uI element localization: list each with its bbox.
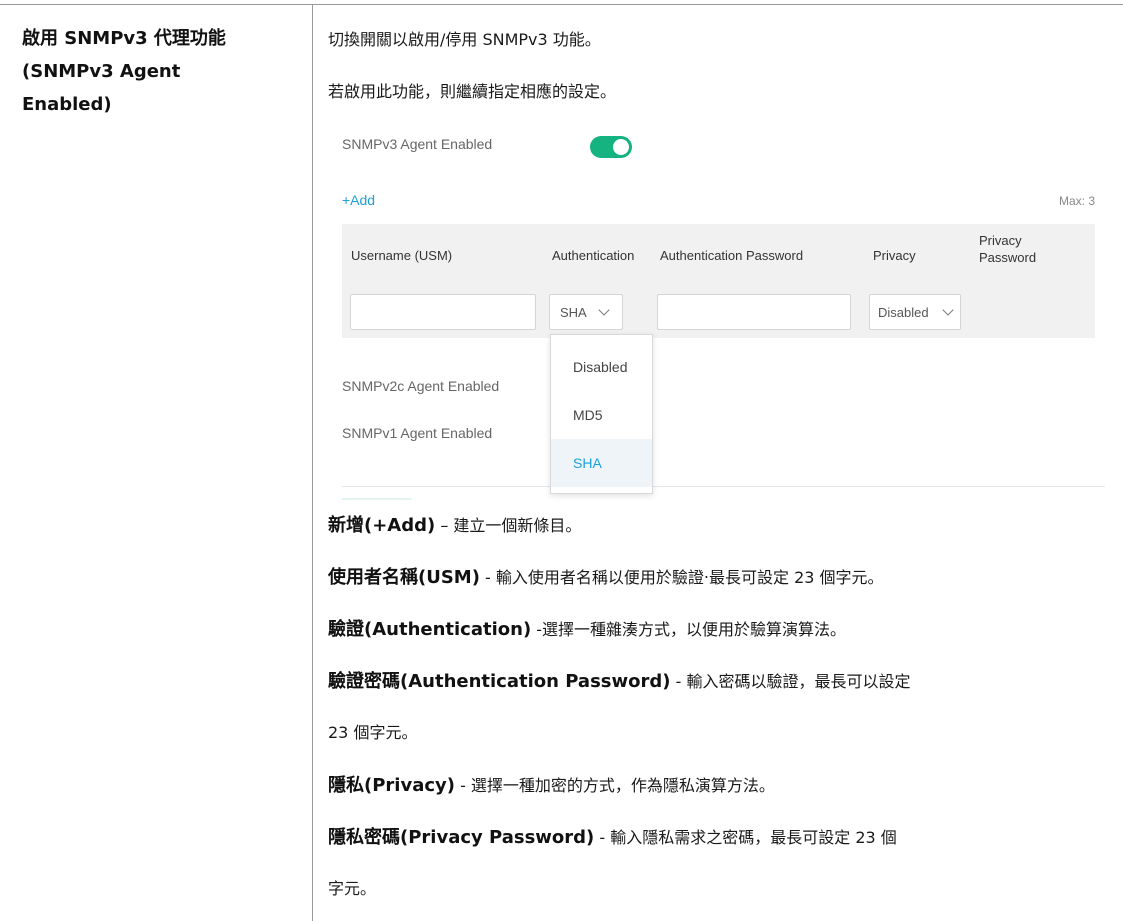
definition-text: - 輸入隱私需求之密碼，最長可設定 23 個 [594, 828, 897, 847]
snmp-settings-screenshot: SNMPv3 Agent Enabled +Add Max: 3 Usernam… [328, 120, 1105, 502]
definition-text: - 選擇一種加密的方式，作為隱私演算方法。 [454, 776, 775, 795]
description-line-1: 切換開關以啟用/停用 SNMPv3 功能。 [328, 30, 601, 49]
column-header-auth-password: Authentication Password [660, 248, 804, 263]
authentication-select[interactable]: SHA [549, 294, 623, 330]
authentication-dropdown-menu: Disabled MD5 SHA [550, 334, 653, 494]
column-header-authentication: Authentication [552, 248, 635, 263]
column-header-username: Username (USM) [351, 248, 453, 263]
definition-text: - 輸入密碼以驗證，最長可以設定 [670, 672, 911, 691]
authentication-select-value: SHA [560, 304, 587, 320]
definition-text: - 輸入使用者名稱以便用於驗證‧最長可設定 23 個字元。 [479, 568, 884, 587]
column-header-privacy: Privacy [873, 248, 916, 263]
username-input[interactable] [350, 294, 536, 330]
definition-text: -選擇一種雜湊方式，以便用於驗算演算法。 [531, 620, 847, 639]
privacy-select-value: Disabled [878, 304, 929, 320]
auth-option-md5[interactable]: MD5 [551, 391, 652, 439]
definition-add: 新增(+Add) – 建立一個新條目。 [328, 511, 581, 537]
definition-term: 隱私密碼(Privacy Password) [328, 827, 595, 848]
definition-privacy-password-continuation: 字元。 [328, 879, 377, 898]
snmpv3-user-table: Username (USM) Authentication Authentica… [342, 224, 1095, 338]
top-rule [0, 4, 1123, 5]
definition-term: 隱私(Privacy) [328, 775, 455, 796]
definition-term: 驗證(Authentication) [328, 619, 532, 640]
auth-option-sha[interactable]: SHA [551, 439, 652, 487]
chevron-down-icon [942, 304, 954, 316]
column-header-privacy-password-line-1: Privacy [979, 233, 1022, 248]
chevron-down-icon [598, 304, 610, 316]
definition-term: 使用者名稱(USM) [328, 567, 480, 588]
definition-authentication: 驗證(Authentication) -選擇一種雜湊方式，以便用於驗算演算法。 [328, 615, 846, 641]
definition-term: 驗證密碼(Authentication Password) [328, 671, 671, 692]
snmpv1-agent-label: SNMPv1 Agent Enabled [342, 425, 493, 441]
column-header-privacy-password-line-2: Password [979, 250, 1037, 265]
parameter-title: 啟用 SNMPv3 代理功能 (SNMPv3 Agent Enabled) [22, 22, 302, 121]
toggle-knob [613, 139, 629, 155]
definition-auth-password: 驗證密碼(Authentication Password) - 輸入密碼以驗證，… [328, 667, 910, 693]
description-line-2: 若啟用此功能，則繼續指定相應的設定。 [328, 82, 617, 101]
parameter-title-line-3: Enabled) [22, 94, 112, 115]
definition-privacy-password: 隱私密碼(Privacy Password) - 輸入隱私需求之密碼，最長可設定… [328, 823, 897, 849]
column-divider [312, 4, 313, 921]
snmpv3-agent-toggle[interactable] [590, 136, 632, 158]
parameter-title-line-1: 啟用 SNMPv3 代理功能 [22, 28, 226, 49]
privacy-select[interactable]: Disabled [869, 294, 961, 330]
definition-auth-password-continuation: 23 個字元。 [328, 723, 418, 742]
snmpv2c-agent-label: SNMPv2c Agent Enabled [342, 378, 500, 394]
definition-username: 使用者名稱(USM) - 輸入使用者名稱以便用於驗證‧最長可設定 23 個字元。 [328, 563, 884, 589]
auth-option-disabled[interactable]: Disabled [551, 343, 652, 391]
max-count-label: Max: 3 [1058, 194, 1095, 208]
add-button[interactable]: +Add [342, 192, 375, 208]
column-header-privacy-password: Privacy Password [979, 232, 1059, 266]
auth-password-input[interactable] [657, 294, 851, 330]
partial-toggle-edge [342, 498, 412, 500]
definition-text: – 建立一個新條目。 [435, 516, 582, 535]
parameter-title-line-2: (SNMPv3 Agent [22, 61, 181, 82]
definition-term: 新增(+Add) [328, 515, 436, 536]
snmpv3-agent-label: SNMPv3 Agent Enabled [342, 136, 493, 152]
definition-privacy: 隱私(Privacy) - 選擇一種加密的方式，作為隱私演算方法。 [328, 771, 775, 797]
section-divider [342, 486, 1105, 487]
